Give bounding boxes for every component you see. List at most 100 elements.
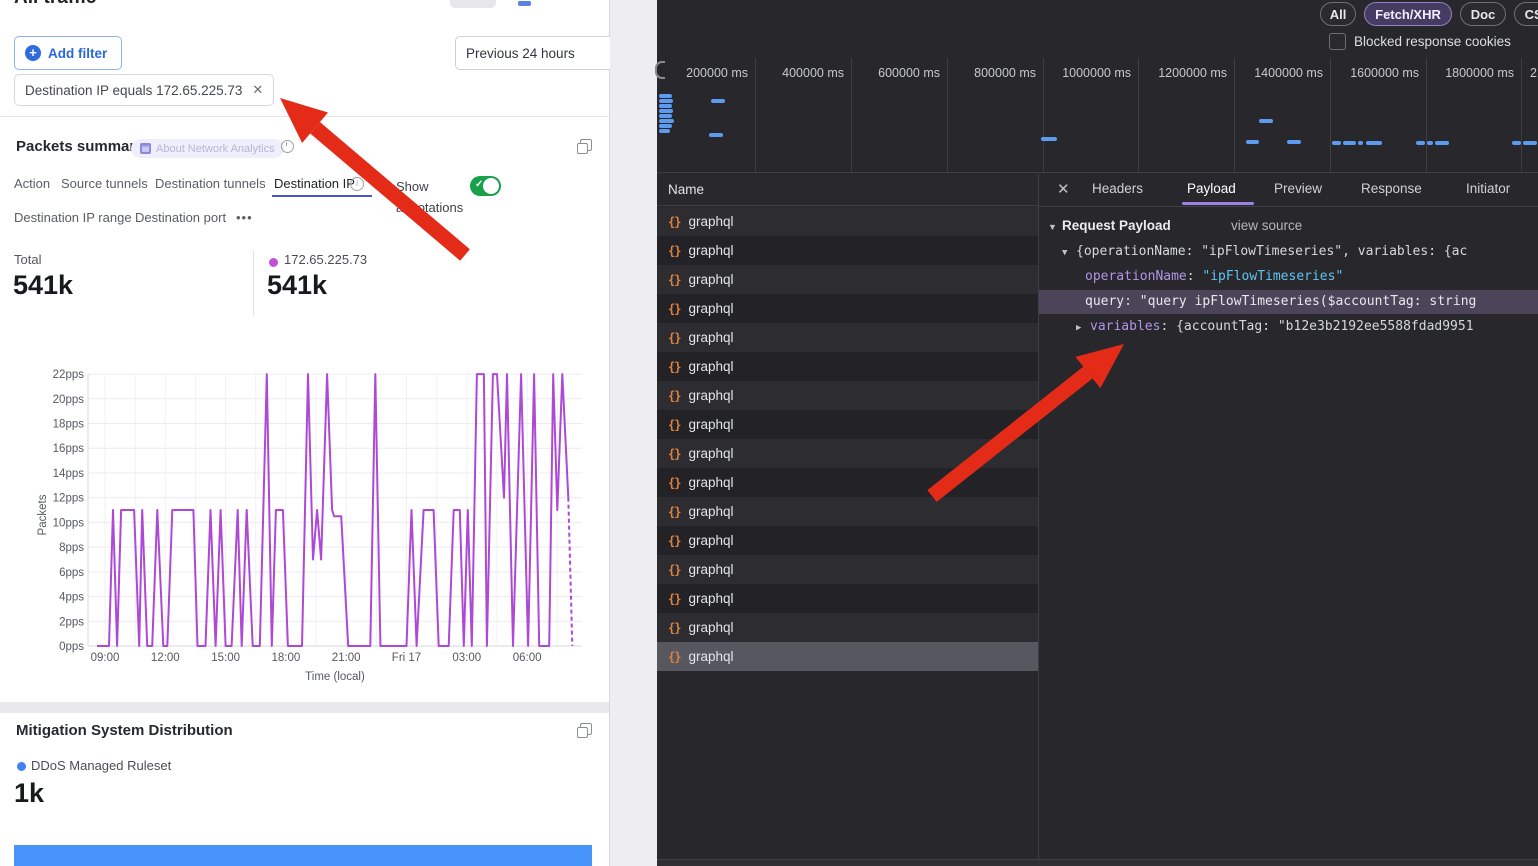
- packets-timeseries-chart[interactable]: 0pps2pps4pps6pps8pps10pps12pps14pps16pps…: [30, 365, 602, 692]
- request-name: graphql: [688, 330, 733, 345]
- close-icon[interactable]: ✕: [1057, 180, 1070, 198]
- name-column-header[interactable]: Name: [657, 174, 1038, 206]
- info-icon[interactable]: i: [350, 177, 364, 191]
- waterfall-overview[interactable]: 200000 ms400000 ms600000 ms800000 ms1000…: [657, 58, 1538, 173]
- filter-pill-doc[interactable]: Doc: [1460, 2, 1506, 26]
- request-row[interactable]: {} graphql: [657, 323, 1038, 352]
- view-source-link[interactable]: view source: [1231, 214, 1302, 238]
- request-name: graphql: [688, 620, 733, 635]
- request-row[interactable]: {}graphql: [657, 294, 1038, 323]
- svg-text:0pps: 0pps: [59, 641, 84, 653]
- request-name: graphql: [688, 504, 733, 519]
- svg-text:18:00: 18:00: [272, 652, 301, 664]
- request-row[interactable]: {}graphql: [657, 410, 1038, 439]
- timeline-divider: [1234, 58, 1235, 172]
- detail-tab-initiator[interactable]: Initiator: [1466, 181, 1510, 196]
- request-row[interactable]: {}graphql: [657, 555, 1038, 584]
- request-row[interactable]: {}graphql: [657, 381, 1038, 410]
- request-row[interactable]: {}graphql: [657, 352, 1038, 381]
- request-waterfall-mark: [659, 99, 673, 103]
- svg-text:06:00: 06:00: [513, 652, 542, 664]
- request-waterfall-mark: [659, 94, 672, 98]
- svg-text:22pps: 22pps: [53, 369, 85, 381]
- svg-text:4pps: 4pps: [59, 592, 84, 604]
- detail-tab-response[interactable]: Response: [1361, 181, 1422, 196]
- triangle-icon[interactable]: ▶: [1076, 316, 1090, 339]
- detail-tab-headers[interactable]: Headers: [1092, 181, 1143, 196]
- checkbox-box[interactable]: [1329, 33, 1346, 50]
- tab-destination-ip-range[interactable]: Destination IP range: [14, 210, 132, 225]
- json-brackets-icon: {}: [668, 331, 680, 345]
- request-row[interactable]: {}graphql: [657, 439, 1038, 468]
- request-row[interactable]: {}graphql: [657, 584, 1038, 613]
- triangle-down-icon[interactable]: ▼: [1048, 215, 1062, 238]
- timeline-divider: [1521, 58, 1522, 172]
- expand-card-icon[interactable]: [580, 723, 592, 735]
- request-row[interactable]: {}graphql: [657, 613, 1038, 642]
- json-brackets-icon: {}: [668, 534, 680, 548]
- tab-action[interactable]: Action: [14, 176, 50, 191]
- json-brackets-icon: {}: [668, 505, 680, 519]
- tab-destination-port[interactable]: Destination port: [135, 210, 226, 225]
- clock-icon: [281, 140, 294, 153]
- overview-handle[interactable]: [655, 61, 665, 79]
- request-waterfall-mark: [1427, 141, 1433, 145]
- series-value: 541k: [267, 270, 327, 301]
- tab-source-tunnels[interactable]: Source tunnels: [61, 176, 148, 191]
- timeline-divider: [1426, 58, 1427, 172]
- request-name: graphql: [688, 475, 733, 490]
- devtools-network-panel: AllFetch/XHRDocCSSJSFontImgMediaManifest…: [657, 0, 1538, 866]
- mitigation-bar[interactable]: [14, 845, 592, 866]
- filter-pill-all[interactable]: All: [1320, 2, 1356, 26]
- payload-preview-line[interactable]: ▼{operationName: "ipFlowTimeseries", var…: [1039, 240, 1538, 264]
- svg-text:Time (local): Time (local): [305, 671, 365, 683]
- timeline-tick-label: 1200000 ms: [1158, 66, 1227, 80]
- payload-row-query[interactable]: query: "query ipFlowTimeseries($accountT…: [1039, 290, 1538, 314]
- plus-icon: +: [25, 45, 41, 61]
- about-network-analytics-badge[interactable]: ▤ About Network Analytics: [131, 139, 284, 158]
- request-row[interactable]: {}graphql: [657, 642, 1038, 671]
- svg-text:15:00: 15:00: [211, 652, 240, 664]
- request-name: graphql: [688, 649, 733, 664]
- svg-text:10pps: 10pps: [53, 517, 85, 529]
- payload-row-variables[interactable]: ▶variables: {accountTag: "b12e3b2192ee55…: [1039, 315, 1538, 339]
- packets-summary-title: Packets summary: [16, 138, 144, 155]
- request-row[interactable]: {}graphql: [657, 207, 1038, 236]
- expand-card-icon[interactable]: [580, 139, 592, 151]
- series-label: 172.65.225.73: [284, 252, 367, 267]
- timeline-tick-label: 1000000 ms: [1062, 66, 1131, 80]
- more-tabs-button[interactable]: •••: [236, 210, 253, 225]
- svg-text:Fri 17: Fri 17: [392, 652, 421, 664]
- detail-tab-payload[interactable]: Payload: [1187, 181, 1236, 196]
- request-row[interactable]: {}graphql: [657, 265, 1038, 294]
- svg-text:6pps: 6pps: [59, 567, 84, 579]
- divider: [0, 116, 609, 117]
- tab-destination-ip[interactable]: Destination IP: [274, 176, 355, 191]
- svg-text:12pps: 12pps: [53, 493, 85, 505]
- series-dot: [269, 258, 278, 267]
- close-icon[interactable]: ✕: [252, 82, 263, 98]
- payload-row-operationName[interactable]: operationName: "ipFlowTimeseries": [1039, 265, 1538, 289]
- request-waterfall-mark: [1435, 141, 1449, 145]
- filter-chip[interactable]: Destination IP equals 172.65.225.73 ✕: [14, 74, 274, 106]
- request-row[interactable]: {} graphql: [657, 526, 1038, 555]
- svg-text:09:00: 09:00: [91, 652, 120, 664]
- detail-tab-preview[interactable]: Preview: [1274, 181, 1322, 196]
- request-row[interactable]: {}graphql: [657, 468, 1038, 497]
- show-annotations-toggle[interactable]: ✓: [470, 176, 501, 196]
- request-name: graphql: [688, 533, 733, 548]
- request-row[interactable]: {} graphql: [657, 497, 1038, 526]
- filter-pill-css[interactable]: CSS: [1514, 2, 1538, 26]
- add-filter-button[interactable]: + Add filter: [14, 36, 122, 70]
- timeline-divider: [1330, 58, 1331, 172]
- tab-destination-tunnels[interactable]: Destination tunnels: [155, 176, 266, 191]
- svg-text:03:00: 03:00: [452, 652, 481, 664]
- filter-pill-fetch-xhr[interactable]: Fetch/XHR: [1364, 2, 1452, 26]
- panel-gutter: [610, 0, 657, 866]
- checkbox-blocked-response-cookies[interactable]: Blocked response cookies: [1329, 33, 1511, 50]
- request-row[interactable]: {}graphql: [657, 236, 1038, 265]
- clipped-button: [518, 1, 531, 6]
- time-range-dropdown[interactable]: Previous 24 hours ▼: [455, 36, 630, 70]
- triangle-icon[interactable]: ▼: [1062, 241, 1076, 264]
- svg-text:8pps: 8pps: [59, 542, 84, 554]
